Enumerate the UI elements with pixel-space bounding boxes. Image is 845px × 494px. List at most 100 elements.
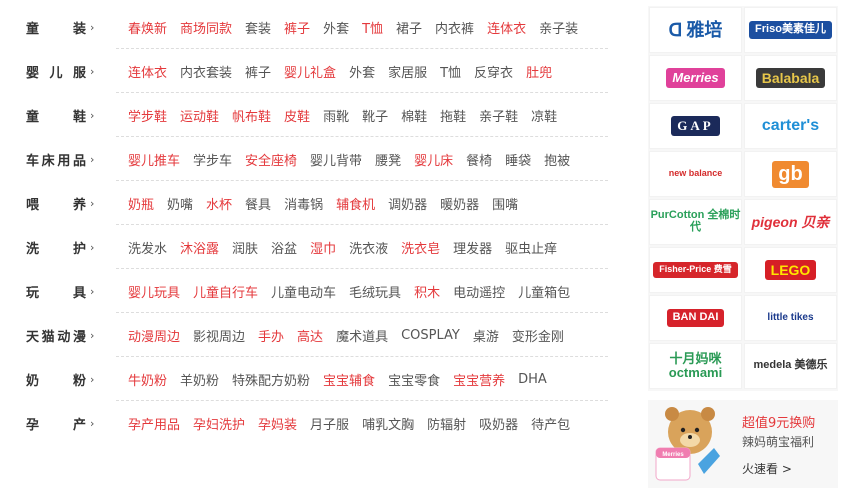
category-link[interactable]: 魔术道具: [336, 326, 388, 345]
category-link[interactable]: 靴子: [362, 106, 388, 125]
brand-logo-link[interactable]: Merries: [649, 55, 742, 101]
category-link[interactable]: 手办: [258, 326, 284, 345]
category-link[interactable]: 春焕新: [128, 18, 167, 37]
brand-logo-link[interactable]: little tikes: [744, 295, 837, 341]
category-link[interactable]: 婴儿背带: [310, 150, 362, 169]
category-link[interactable]: 哺乳文胸: [362, 414, 414, 433]
category-title[interactable]: 童鞋 ›: [0, 106, 116, 125]
category-link[interactable]: 裤子: [284, 18, 310, 37]
category-link[interactable]: 动漫周边: [128, 326, 180, 345]
category-link[interactable]: 亲子装: [539, 18, 578, 37]
category-link[interactable]: 桌游: [473, 326, 499, 345]
category-link[interactable]: 水杯: [206, 194, 232, 213]
category-link[interactable]: 牛奶粉: [128, 370, 167, 389]
brand-logo-link[interactable]: medela 美德乐: [744, 343, 837, 389]
category-link[interactable]: 餐具: [245, 194, 271, 213]
category-link[interactable]: 婴儿床: [414, 150, 453, 169]
category-link[interactable]: 积木: [414, 282, 440, 301]
category-link[interactable]: 棉鞋: [401, 106, 427, 125]
category-link[interactable]: 雨靴: [323, 106, 349, 125]
category-link[interactable]: 高达: [297, 326, 323, 345]
category-link[interactable]: 孕产用品: [128, 414, 180, 433]
category-link[interactable]: 毛绒玩具: [349, 282, 401, 301]
category-link[interactable]: 变形金刚: [512, 326, 564, 345]
category-link[interactable]: 连体衣: [128, 62, 167, 81]
category-link[interactable]: 内衣套装: [180, 62, 232, 81]
category-link[interactable]: 外套: [323, 18, 349, 37]
promo-banner[interactable]: Merries 超值9元换购 辣妈萌宝福利 火速看 >: [648, 400, 838, 488]
category-link[interactable]: 奶嘴: [167, 194, 193, 213]
brand-logo-link[interactable]: Friso美素佳儿: [744, 7, 837, 53]
category-link[interactable]: 裤子: [245, 62, 271, 81]
category-link[interactable]: 待产包: [531, 414, 570, 433]
category-title[interactable]: 玩具 ›: [0, 282, 116, 301]
category-link[interactable]: 辅食机: [336, 194, 375, 213]
brand-logo-link[interactable]: Balabala: [744, 55, 837, 101]
category-link[interactable]: 运动鞋: [180, 106, 219, 125]
category-link[interactable]: 拖鞋: [440, 106, 466, 125]
category-link[interactable]: 儿童自行车: [193, 282, 258, 301]
category-link[interactable]: 婴儿礼盒: [284, 62, 336, 81]
category-title[interactable]: 天猫动漫 ›: [0, 326, 116, 345]
category-link[interactable]: 安全座椅: [245, 150, 297, 169]
category-title[interactable]: 喂养 ›: [0, 194, 116, 213]
category-link[interactable]: 帆布鞋: [232, 106, 271, 125]
category-link[interactable]: 儿童箱包: [518, 282, 570, 301]
category-link[interactable]: 洗发水: [128, 238, 167, 257]
category-link[interactable]: 皮鞋: [284, 106, 310, 125]
category-link[interactable]: 反穿衣: [474, 62, 513, 81]
brand-logo-link[interactable]: BAN DAI: [649, 295, 742, 341]
brand-logo-link[interactable]: pigeon 贝亲: [744, 199, 837, 245]
category-link[interactable]: 理发器: [453, 238, 492, 257]
category-link[interactable]: T恤: [362, 18, 383, 37]
category-link[interactable]: 连体衣: [487, 18, 526, 37]
category-link[interactable]: 孕妈装: [258, 414, 297, 433]
category-link[interactable]: 学步车: [193, 150, 232, 169]
category-link[interactable]: 消毒锅: [284, 194, 323, 213]
category-link[interactable]: 驱虫止痒: [505, 238, 557, 257]
category-link[interactable]: 凉鞋: [531, 106, 557, 125]
category-title[interactable]: 奶粉 ›: [0, 370, 116, 389]
category-link[interactable]: 洗衣皂: [401, 238, 440, 257]
brand-logo-link[interactable]: gb: [744, 151, 837, 197]
category-link[interactable]: 亲子鞋: [479, 106, 518, 125]
category-link[interactable]: 月子服: [310, 414, 349, 433]
category-link[interactable]: 电动遥控: [453, 282, 505, 301]
category-link[interactable]: 腰凳: [375, 150, 401, 169]
brand-logo-link[interactable]: Fisher-Price 费雪: [649, 247, 742, 293]
category-link[interactable]: 羊奶粉: [180, 370, 219, 389]
category-title[interactable]: 车床用品 ›: [0, 150, 116, 169]
category-link[interactable]: 套装: [245, 18, 271, 37]
category-link[interactable]: 宝宝辅食: [323, 370, 375, 389]
category-link[interactable]: 商场同款: [180, 18, 232, 37]
category-title[interactable]: 洗护 ›: [0, 238, 116, 257]
category-link[interactable]: T恤: [440, 62, 461, 81]
category-link[interactable]: 儿童电动车: [271, 282, 336, 301]
category-link[interactable]: 学步鞋: [128, 106, 167, 125]
category-link[interactable]: 洗衣液: [349, 238, 388, 257]
brand-logo-link[interactable]: ᗡ 雅培: [649, 7, 742, 53]
brand-logo-link[interactable]: 十月妈咪 octmami: [649, 343, 742, 389]
category-link[interactable]: 吸奶器: [479, 414, 518, 433]
category-link[interactable]: COSPLAY: [401, 328, 460, 343]
category-link[interactable]: 湿巾: [310, 238, 336, 257]
category-link[interactable]: 防辐射: [427, 414, 466, 433]
category-link[interactable]: 围嘴: [492, 194, 518, 213]
category-link[interactable]: 睡袋: [505, 150, 531, 169]
category-link[interactable]: 婴儿玩具: [128, 282, 180, 301]
category-link[interactable]: 影视周边: [193, 326, 245, 345]
category-link[interactable]: 调奶器: [388, 194, 427, 213]
category-link[interactable]: 家居服: [388, 62, 427, 81]
category-title[interactable]: 孕产 ›: [0, 414, 116, 433]
category-link[interactable]: 奶瓶: [128, 194, 154, 213]
category-link[interactable]: 暖奶器: [440, 194, 479, 213]
category-link[interactable]: 抱被: [544, 150, 570, 169]
category-title[interactable]: 婴儿服 ›: [0, 62, 116, 81]
brand-logo-link[interactable]: LEGO: [744, 247, 837, 293]
brand-logo-link[interactable]: new balance: [649, 151, 742, 197]
category-link[interactable]: 孕妇洗护: [193, 414, 245, 433]
category-title[interactable]: 童装 ›: [0, 18, 116, 37]
category-link[interactable]: 裙子: [396, 18, 422, 37]
category-link[interactable]: 特殊配方奶粉: [232, 370, 310, 389]
category-link[interactable]: 浴盆: [271, 238, 297, 257]
